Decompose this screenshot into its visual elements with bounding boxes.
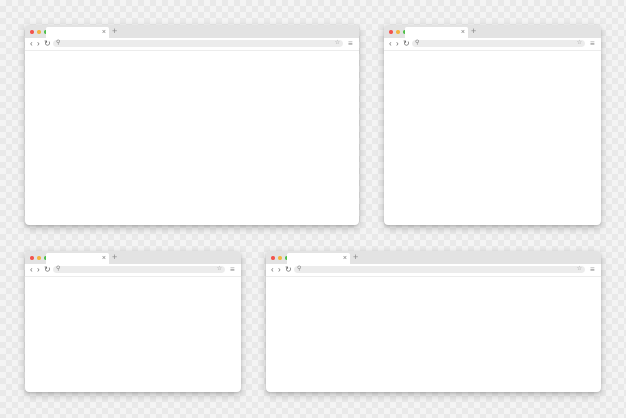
tab-bar: × + <box>266 251 601 264</box>
minimize-window-dot[interactable] <box>37 30 41 34</box>
tab-bar: × + <box>384 25 601 38</box>
close-window-dot[interactable] <box>271 256 275 260</box>
minimize-window-dot[interactable] <box>37 256 41 260</box>
close-tab-icon[interactable]: × <box>343 254 347 263</box>
forward-icon[interactable]: › <box>396 39 399 49</box>
new-tab-icon[interactable]: + <box>112 252 117 262</box>
new-tab-icon[interactable]: + <box>471 26 476 36</box>
address-bar[interactable]: ⚲ ☆ <box>53 40 343 47</box>
minimize-window-dot[interactable] <box>278 256 282 260</box>
browser-tab[interactable]: × <box>287 253 350 264</box>
back-icon[interactable]: ‹ <box>271 265 274 275</box>
close-tab-icon[interactable]: × <box>102 28 106 37</box>
tab-bar: × + <box>25 25 359 38</box>
forward-icon[interactable]: › <box>37 39 40 49</box>
search-icon: ⚲ <box>56 40 61 46</box>
browser-tab[interactable]: × <box>405 27 468 38</box>
address-bar[interactable]: ⚲ ☆ <box>53 266 225 273</box>
address-bar[interactable]: ⚲ ☆ <box>294 266 585 273</box>
close-tab-icon[interactable]: × <box>461 28 465 37</box>
forward-icon[interactable]: › <box>37 265 40 275</box>
star-icon[interactable]: ☆ <box>217 266 222 273</box>
close-tab-icon[interactable]: × <box>102 254 106 263</box>
close-window-dot[interactable] <box>30 256 34 260</box>
browser-tab[interactable]: × <box>46 253 109 264</box>
search-icon: ⚲ <box>56 266 61 272</box>
browser-window: × + ‹ › ↻ ⚲ ☆ ≡ <box>266 251 601 392</box>
search-icon: ⚲ <box>297 266 302 272</box>
tab-bar: × + <box>25 251 241 264</box>
reload-icon[interactable]: ↻ <box>403 39 410 49</box>
address-bar[interactable]: ⚲ ☆ <box>412 40 585 47</box>
close-window-dot[interactable] <box>389 30 393 34</box>
forward-icon[interactable]: › <box>278 265 281 275</box>
minimize-window-dot[interactable] <box>396 30 400 34</box>
reload-icon[interactable]: ↻ <box>44 265 51 275</box>
browser-tab[interactable]: × <box>46 27 109 38</box>
toolbar: ‹ › ↻ ⚲ ☆ ≡ <box>266 264 601 277</box>
back-icon[interactable]: ‹ <box>30 265 33 275</box>
toolbar: ‹ › ↻ ⚲ ☆ ≡ <box>25 264 241 277</box>
browser-window: × + ‹ › ↻ ⚲ ☆ ≡ <box>384 25 601 225</box>
back-icon[interactable]: ‹ <box>30 39 33 49</box>
menu-icon[interactable]: ≡ <box>590 265 595 275</box>
menu-icon[interactable]: ≡ <box>230 265 235 275</box>
star-icon[interactable]: ☆ <box>577 266 582 273</box>
toolbar: ‹ › ↻ ⚲ ☆ ≡ <box>384 38 601 51</box>
star-icon[interactable]: ☆ <box>335 40 340 47</box>
back-icon[interactable]: ‹ <box>389 39 392 49</box>
menu-icon[interactable]: ≡ <box>590 39 595 49</box>
new-tab-icon[interactable]: + <box>353 252 358 262</box>
menu-icon[interactable]: ≡ <box>348 39 353 49</box>
star-icon[interactable]: ☆ <box>577 40 582 47</box>
new-tab-icon[interactable]: + <box>112 26 117 36</box>
close-window-dot[interactable] <box>30 30 34 34</box>
browser-window: × + ‹ › ↻ ⚲ ☆ ≡ <box>25 251 241 392</box>
search-icon: ⚲ <box>415 40 420 46</box>
reload-icon[interactable]: ↻ <box>44 39 51 49</box>
reload-icon[interactable]: ↻ <box>285 265 292 275</box>
toolbar: ‹ › ↻ ⚲ ☆ ≡ <box>25 38 359 51</box>
browser-window: × + ‹ › ↻ ⚲ ☆ ≡ <box>25 25 359 225</box>
